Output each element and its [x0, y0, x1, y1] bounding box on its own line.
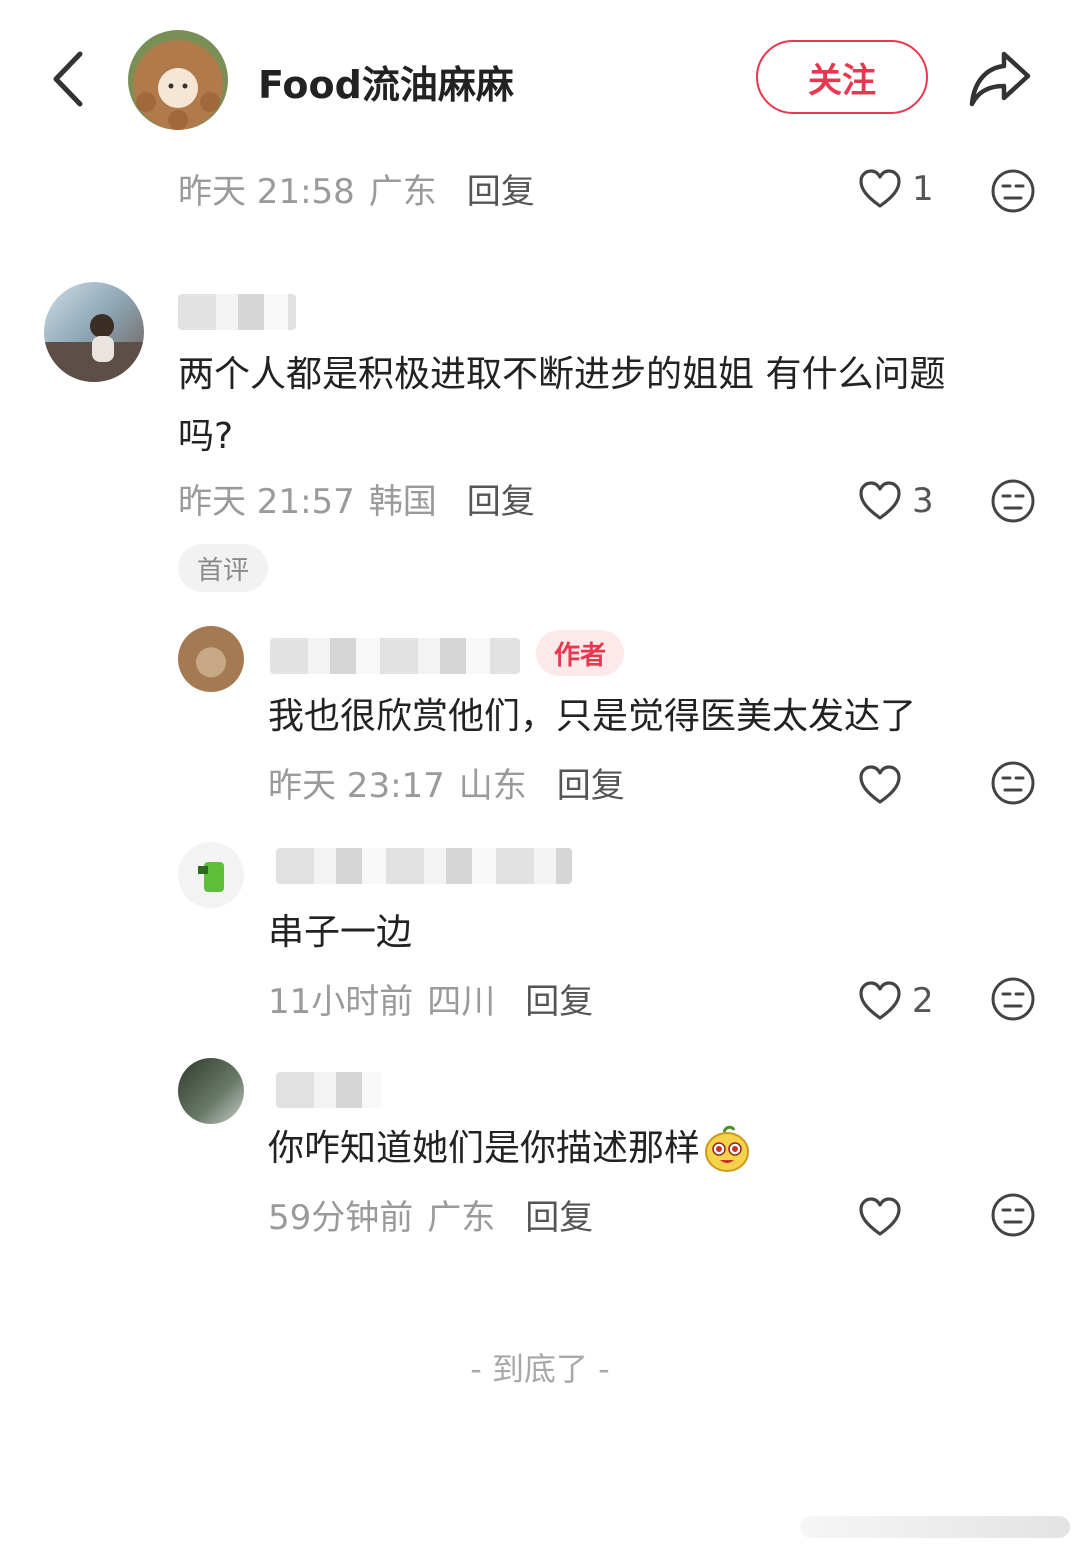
- like-button[interactable]: [858, 760, 912, 810]
- reply-time: 11小时前: [268, 981, 414, 1022]
- back-button[interactable]: [44, 48, 94, 110]
- comment-region: 广东: [368, 171, 437, 212]
- reply-button[interactable]: 回复: [467, 164, 535, 213]
- comment-text-line: 两个人都是积极进取不断进步的姐姐 有什么问题: [178, 354, 946, 395]
- reply-text: 串子一边: [268, 912, 413, 953]
- react-button[interactable]: [990, 760, 1036, 806]
- like-count: 2: [912, 981, 934, 1021]
- neutral-face-icon: [991, 977, 1035, 1021]
- neutral-face-icon: [991, 761, 1035, 805]
- comments-page: Food流油麻麻 关注 昨天 21:58 广东 回复 1 两个人都是积极进取不断…: [0, 0, 1080, 1554]
- reply-button[interactable]: 回复: [467, 474, 535, 523]
- like-button[interactable]: [858, 1192, 912, 1242]
- username-blurred[interactable]: [276, 848, 572, 884]
- react-button[interactable]: [990, 168, 1036, 214]
- reply-meta: 59分钟前 广东 回复: [268, 1190, 593, 1239]
- chevron-left-icon: [53, 51, 83, 107]
- follow-button[interactable]: 关注: [756, 40, 928, 114]
- reply-region: 四川: [427, 981, 496, 1022]
- reply-time: 59分钟前: [268, 1197, 414, 1238]
- heart-outline-icon: [859, 169, 901, 208]
- author-name[interactable]: Food流油麻麻: [258, 54, 514, 109]
- comment-meta: 昨天 21:57 韩国 回复: [178, 474, 535, 523]
- react-button[interactable]: [990, 976, 1036, 1022]
- user-avatar[interactable]: [44, 282, 144, 382]
- share-button[interactable]: [966, 46, 1034, 110]
- reply-region: 广东: [427, 1197, 496, 1238]
- heart-outline-icon: [859, 981, 901, 1020]
- reply-button[interactable]: 回复: [525, 974, 593, 1023]
- reply-text: 我也很欣赏他们，只是觉得医美太发达了: [268, 696, 917, 737]
- react-button[interactable]: [990, 478, 1036, 524]
- neutral-face-icon: [991, 1193, 1035, 1237]
- avatar-image: [136, 60, 220, 130]
- reply-button[interactable]: 回复: [525, 1190, 593, 1239]
- reply-time: 昨天 23:17: [268, 765, 445, 806]
- username-blurred[interactable]: [178, 294, 296, 330]
- reply-button[interactable]: 回复: [557, 758, 625, 807]
- comment-time: 昨天 21:58: [178, 171, 355, 212]
- react-button[interactable]: [990, 1192, 1036, 1238]
- avatar-image: [44, 314, 144, 382]
- reply-meta: 昨天 23:17 山东 回复: [268, 758, 625, 807]
- username-blurred[interactable]: [276, 1072, 382, 1108]
- user-avatar[interactable]: [178, 842, 244, 908]
- first-comment-badge: 首评: [178, 544, 268, 592]
- reply-meta: 11小时前 四川 回复: [268, 974, 593, 1023]
- comment-meta: 昨天 21:58 广东 回复: [178, 164, 535, 213]
- top-bar: Food流油麻麻 关注: [0, 0, 1080, 150]
- end-of-list-label: - 到底了 -: [470, 1350, 610, 1388]
- user-avatar[interactable]: [178, 1058, 244, 1124]
- comment-time: 昨天 21:57: [178, 481, 355, 522]
- like-count: 1: [912, 169, 934, 209]
- neutral-face-icon: [991, 169, 1035, 213]
- comment-region: 韩国: [368, 481, 437, 522]
- author-badge: 作者: [536, 630, 624, 676]
- cartoon-sticker-icon: [705, 1125, 750, 1172]
- reply-text: 你咋知道她们是你描述那样: [268, 1118, 1048, 1180]
- watermark-strip: [800, 1516, 1070, 1538]
- share-arrow-icon: [969, 51, 1031, 107]
- username-blurred[interactable]: [270, 638, 520, 674]
- neutral-face-icon: [991, 479, 1035, 523]
- like-count: 3: [912, 481, 934, 521]
- user-avatar[interactable]: [178, 626, 244, 692]
- author-avatar[interactable]: [128, 30, 228, 130]
- comment-text: 两个人都是积极进取不断进步的姐姐 有什么问题 吗?: [178, 344, 1038, 468]
- heart-outline-icon: [859, 765, 901, 804]
- like-button[interactable]: 3: [858, 476, 934, 526]
- avatar-image: [198, 862, 224, 892]
- reply-text-content: 你咋知道她们是你描述那样: [268, 1128, 701, 1169]
- comment-text-line: 吗?: [178, 416, 234, 457]
- reply-region: 山东: [458, 765, 527, 806]
- like-button[interactable]: 2: [858, 976, 934, 1026]
- heart-outline-icon: [859, 481, 901, 520]
- like-button[interactable]: 1: [858, 164, 934, 214]
- heart-outline-icon: [859, 1197, 901, 1236]
